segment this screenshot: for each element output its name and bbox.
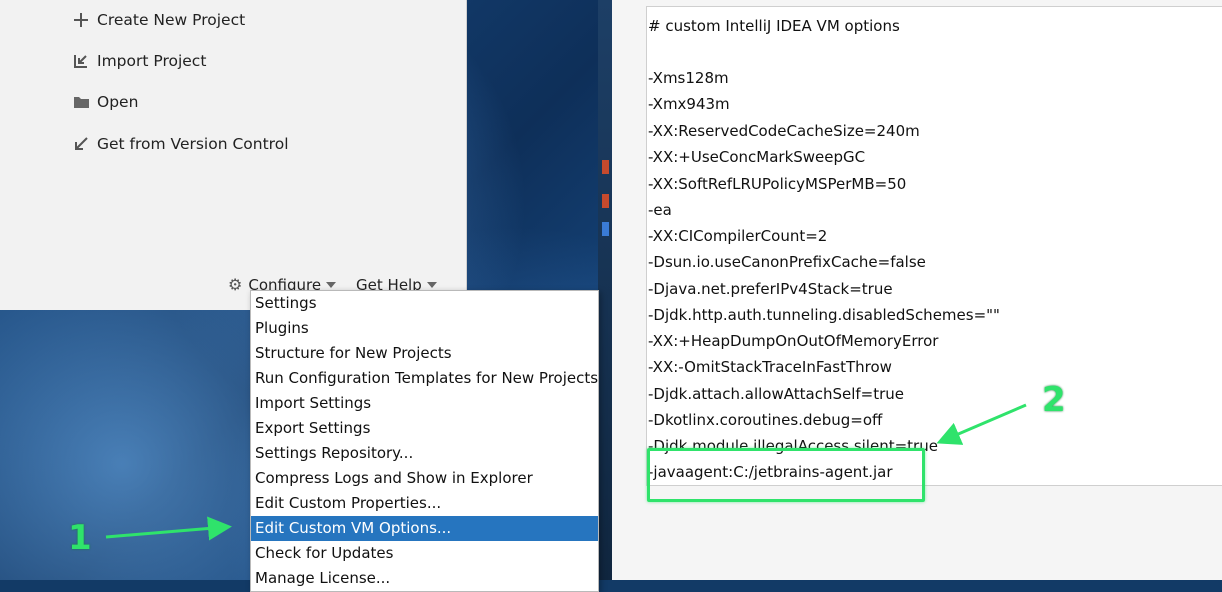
arrow-to-menu-item: [105, 516, 232, 541]
annotation-arrows: [105, 403, 1027, 541]
step-number-2: 2: [1042, 380, 1066, 420]
arrow-to-new-line: [936, 403, 1027, 445]
step-number-1: 1: [68, 518, 92, 558]
